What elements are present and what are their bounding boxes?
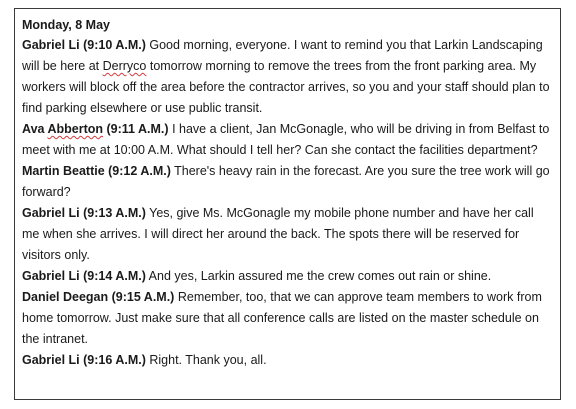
message-speaker: Gabriel Li (9:10 A.M.) (22, 38, 146, 52)
message-text: And yes, Larkin assured me the crew come… (148, 269, 492, 283)
message-speaker: Gabriel Li (9:13 A.M.) (22, 206, 146, 220)
chat-date: Monday, 8 May (22, 18, 110, 32)
chat-message: Gabriel Li (9:10 A.M.) Good morning, eve… (22, 35, 554, 119)
chat-message: Martin Beattie (9:12 A.M.) There's heavy… (22, 161, 554, 203)
message-list: Gabriel Li (9:10 A.M.) Good morning, eve… (22, 35, 554, 371)
chat-message: Daniel Deegan (9:15 A.M.) Remember, too,… (22, 287, 554, 350)
message-speaker: Martin Beattie (9:12 A.M.) (22, 164, 171, 178)
message-speaker: Daniel Deegan (9:15 A.M.) (22, 290, 175, 304)
chat-message: Gabriel Li (9:16 A.M.) Right. Thank you,… (22, 350, 554, 371)
spellcheck-flag: Derryco (102, 59, 147, 73)
chat-message: Gabriel Li (9:13 A.M.) Yes, give Ms. McG… (22, 203, 554, 266)
message-speaker: Gabriel Li (9:16 A.M.) (22, 353, 146, 367)
chat-message: Gabriel Li (9:14 A.M.) And yes, Larkin a… (22, 266, 554, 287)
spellcheck-flag: Abberton (47, 122, 104, 136)
message-text: Right. Thank you, all. (149, 353, 267, 367)
message-speaker: Ava Abberton (9:11 A.M.) (22, 122, 169, 136)
message-speaker: Gabriel Li (9:14 A.M.) (22, 269, 146, 283)
chat-message: Ava Abberton (9:11 A.M.) I have a client… (22, 119, 554, 161)
chat-transcript: Monday, 8 May Gabriel Li (9:10 A.M.) Goo… (14, 8, 561, 400)
